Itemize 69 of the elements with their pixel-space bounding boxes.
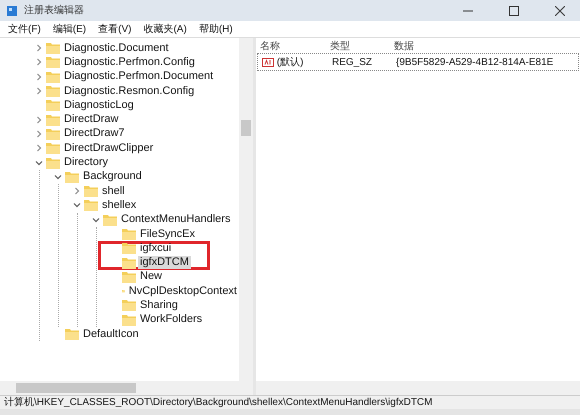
chevron-right-icon[interactable] [34, 143, 44, 154]
tree-item[interactable]: shellex [100, 198, 138, 212]
folder-icon [46, 42, 60, 54]
folder-icon [84, 199, 98, 212]
vertical-scrollbar[interactable] [239, 38, 253, 381]
tree-item[interactable]: DiagnosticLog [62, 98, 136, 112]
tree-item[interactable]: DefaultIcon [81, 328, 141, 341]
registry-icon [6, 4, 18, 16]
horizontal-scrollbar[interactable] [256, 381, 580, 395]
folder-icon [65, 328, 79, 340]
chevron-right-icon[interactable] [34, 43, 44, 54]
menu-item[interactable]: 文件(F) [4, 22, 45, 36]
tree-item[interactable]: Background [81, 170, 144, 184]
chevron-right-icon[interactable] [72, 186, 82, 196]
menu-item[interactable]: 编辑(E) [48, 22, 90, 36]
chevron-right-icon[interactable] [34, 72, 44, 82]
folder-icon [122, 270, 136, 283]
folder-icon [122, 242, 136, 254]
value-data: {9B5F5829-A529-4B12-814A-E81E [395, 56, 554, 70]
chevron-right-icon[interactable] [34, 86, 44, 96]
folder-icon [103, 214, 117, 226]
tree-item[interactable]: Diagnostic.Perfmon.Document [62, 70, 216, 84]
folder-icon [46, 142, 60, 154]
folder-icon [122, 228, 136, 240]
tree-item[interactable]: Sharing [138, 298, 180, 312]
folder-icon [122, 314, 136, 326]
folder-icon [46, 70, 60, 83]
tree-item[interactable]: igfxcui [138, 242, 174, 255]
tree-item[interactable]: DirectDraw [62, 113, 120, 126]
menu-item[interactable]: 查看(V) [94, 22, 136, 36]
folder-icon [122, 256, 136, 269]
column-header[interactable]: 类型 [326, 38, 390, 54]
tree-item[interactable]: Directory [62, 156, 110, 170]
chevron-right-icon[interactable] [34, 114, 44, 125]
tree-item[interactable]: igfxDTCM [138, 256, 191, 270]
tree-item[interactable]: FileSyncEx [138, 228, 198, 240]
window-title: 注册表编辑器 [24, 4, 84, 18]
tree-item[interactable]: ContextMenuHandlers [119, 213, 232, 226]
folder-icon [46, 85, 60, 98]
folder-icon [46, 56, 60, 68]
folder-icon [46, 128, 60, 140]
menu-item[interactable]: 帮助(H) [194, 22, 237, 36]
string-value-icon [262, 58, 274, 66]
column-header[interactable]: 数据 [390, 38, 580, 54]
chevron-right-icon[interactable] [34, 57, 44, 68]
menu-item[interactable]: 收藏夹(A) [139, 22, 191, 36]
folder-icon [122, 299, 136, 312]
folder-icon [46, 114, 60, 126]
folder-icon [65, 170, 79, 183]
tree-item[interactable]: Diagnostic.Perfmon.Config [62, 56, 197, 69]
folder-icon [46, 156, 60, 169]
status-bar-path: 计算机\HKEY_CLASSES_ROOT\Directory\Background\shellex\ContextMenuHandlers\igfxDTCM [0, 395, 580, 409]
tree-item[interactable]: DirectDraw7 [62, 127, 127, 140]
folder-icon [46, 99, 60, 112]
maximize-icon[interactable] [509, 6, 519, 16]
folder-icon [84, 185, 98, 198]
tree-item[interactable]: shell [100, 184, 127, 198]
column-header[interactable]: 名称 [256, 38, 326, 54]
horizontal-scrollbar[interactable] [0, 381, 253, 395]
chevron-right-icon[interactable] [34, 128, 44, 139]
close-icon[interactable] [555, 6, 565, 16]
value-type: REG_SZ [331, 56, 374, 70]
value-name[interactable]: (默认) [276, 54, 304, 70]
tree-item[interactable]: WorkFolders [138, 313, 204, 326]
tree-item[interactable]: Diagnostic.Resmon.Config [62, 84, 196, 98]
tree-item[interactable]: New [138, 270, 164, 284]
tree-item[interactable]: NvCplDesktopContext [126, 284, 239, 298]
tree-item[interactable]: Diagnostic.Document [62, 42, 171, 55]
tree-item[interactable]: DirectDrawClipper [62, 142, 156, 155]
